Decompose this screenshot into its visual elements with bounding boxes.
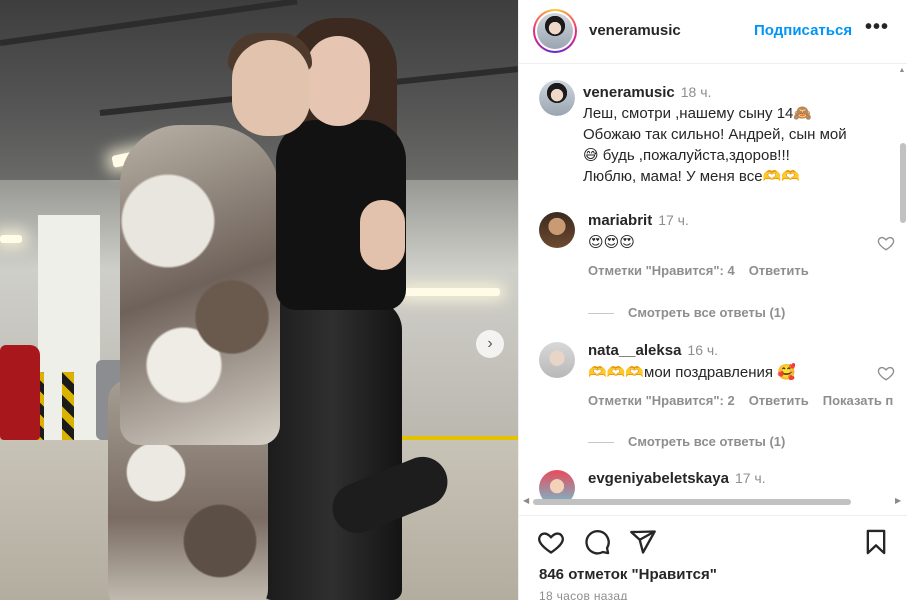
caption-time: 18 ч. — [680, 84, 712, 100]
caption-text: veneramusic 18 ч. Леш, смотри ,нашему сын… — [583, 82, 893, 187]
red-car — [0, 345, 40, 440]
post-timestamp: 18 часов назад — [539, 589, 628, 600]
more-options-icon[interactable]: ••• — [865, 16, 889, 39]
instagram-post-view: › veneramusic Подписаться ••• veneramusi… — [0, 0, 907, 600]
comment-text: 😍😍😍 — [588, 234, 635, 251]
ceiling-light — [400, 288, 500, 296]
boy-jacket — [120, 125, 280, 445]
hazard-stripe — [62, 372, 74, 440]
share-icon[interactable] — [629, 528, 657, 556]
comment-avatar[interactable] — [539, 212, 575, 248]
vertical-scrollbar[interactable] — [900, 143, 906, 223]
view-replies-label: Смотреть все ответы (1) — [628, 305, 786, 320]
heart-icon[interactable] — [877, 364, 895, 382]
caption-line: Леш, смотри ,нашему сыну 14🙈 — [583, 105, 813, 122]
girl-legs — [262, 300, 402, 600]
reply-button[interactable]: Ответить — [749, 263, 809, 278]
follow-button[interactable]: Подписаться — [754, 22, 852, 39]
comment-username[interactable]: evgeniyabeletskaya — [588, 470, 729, 487]
translate-button[interactable]: Показать п — [823, 393, 894, 408]
caption-line: Обожаю так сильно! Андрей, сын мой — [583, 126, 847, 143]
scroll-up-arrow-icon[interactable]: ▲ — [898, 67, 906, 74]
comment-likes-count[interactable]: Отметки "Нравится": 4 — [588, 263, 735, 278]
post-panel: veneramusic Подписаться ••• veneramusic 1… — [518, 0, 907, 600]
scroll-left-arrow-icon[interactable]: ◀ — [523, 496, 529, 505]
post-header: veneramusic Подписаться ••• — [519, 0, 907, 64]
ceiling-light — [0, 235, 22, 243]
like-heart-icon[interactable] — [537, 528, 565, 556]
post-actions-bar — [519, 515, 907, 565]
heart-icon[interactable] — [877, 234, 895, 252]
comments-section[interactable]: veneramusic 18 ч. Леш, смотри ,нашему сын… — [519, 65, 907, 499]
comment-time: 16 ч. — [687, 342, 719, 358]
comment-text: 🫶🫶🫶мои поздравления 🥰 — [588, 364, 796, 381]
comment-icon[interactable] — [583, 528, 611, 556]
comment-time: 17 ч. — [734, 470, 766, 486]
comment-time: 17 ч. — [658, 212, 689, 228]
scroll-right-arrow-icon[interactable]: ▶ — [895, 496, 901, 505]
horizontal-scrollbar[interactable] — [533, 499, 851, 505]
caption-username[interactable]: veneramusic — [583, 84, 675, 101]
caption-avatar[interactable] — [539, 80, 575, 116]
comment-username[interactable]: mariabrit — [588, 212, 652, 229]
comment-username[interactable]: nata__aleksa — [588, 342, 681, 359]
view-replies-button[interactable]: Смотреть все ответы (1) — [588, 434, 785, 449]
author-avatar[interactable] — [533, 9, 577, 53]
save-bookmark-icon[interactable] — [862, 528, 890, 556]
view-replies-button[interactable]: Смотреть все ответы (1) — [588, 305, 785, 320]
girl-face — [306, 36, 370, 126]
caption-line: Люблю, мама! У меня все🫶🫶 — [583, 168, 800, 185]
comment-avatar[interactable] — [539, 342, 575, 378]
likes-count[interactable]: 846 отметок "Нравится" — [539, 566, 717, 583]
reply-button[interactable]: Ответить — [749, 393, 809, 408]
comment-likes-count[interactable]: Отметки "Нравится": 2 — [588, 393, 735, 408]
girl-arm — [360, 200, 405, 270]
next-photo-button[interactable]: › — [476, 330, 504, 358]
chevron-right-icon: › — [487, 335, 493, 352]
author-username[interactable]: veneramusic — [589, 22, 681, 39]
caption-line: 😅 будь ,пожалуйста,здоров!!! — [583, 147, 790, 164]
view-replies-label: Смотреть все ответы (1) — [628, 434, 786, 449]
post-photo[interactable]: › — [0, 0, 518, 600]
boy-face — [232, 40, 310, 136]
comment-avatar[interactable] — [539, 470, 575, 499]
